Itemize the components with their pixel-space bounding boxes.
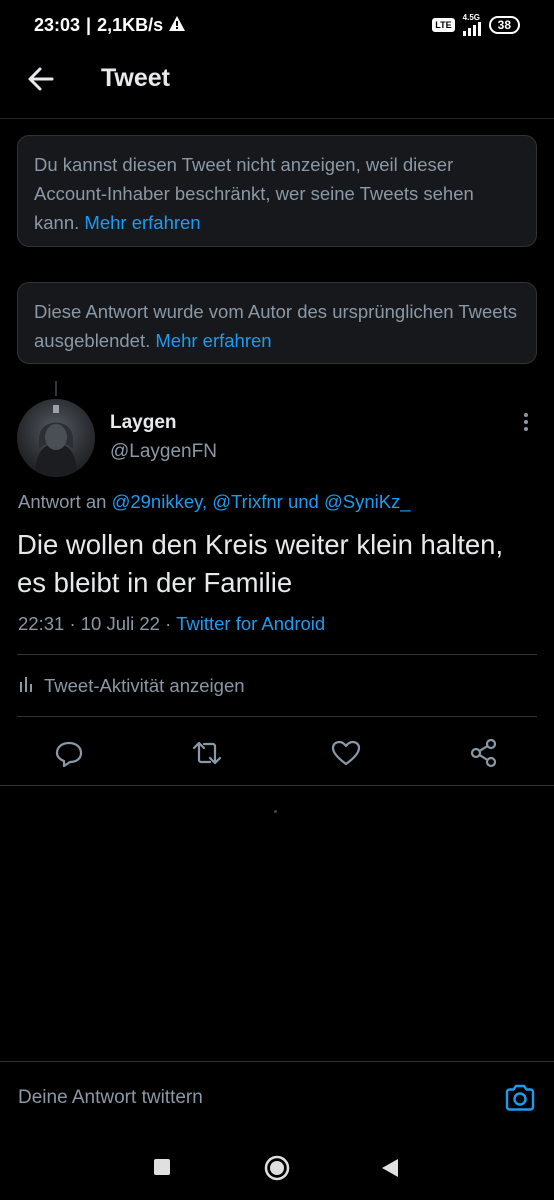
divider — [17, 654, 537, 655]
tweet-text: Die wollen den Kreis weiter klein halten… — [17, 529, 504, 598]
mention-link[interactable]: @SyniKz_ — [324, 491, 411, 512]
home-circle-icon[interactable] — [264, 1155, 290, 1181]
back-arrow-icon[interactable] — [26, 64, 56, 94]
reply-icon[interactable] — [52, 736, 86, 770]
thread-line — [55, 381, 57, 396]
page-title: Tweet — [101, 64, 170, 92]
reply-compose-input[interactable]: Deine Antwort twittern — [18, 1087, 203, 1109]
battery-icon: 38 — [488, 16, 520, 34]
tweet-date: 10 Juli 22 — [80, 613, 160, 634]
tweet-activity-label: Tweet-Aktivität anzeigen — [44, 674, 245, 696]
mention-link[interactable]: @29nikkey, — [112, 491, 208, 512]
author-name[interactable]: Laygen — [110, 412, 177, 434]
avatar[interactable] — [17, 399, 95, 477]
hidden-reply-notice: Diese Antwort wurde vom Autor des ursprü… — [17, 282, 537, 364]
warning-icon — [169, 15, 186, 36]
notice-text: Diese Antwort wurde vom Autor des ursprü… — [34, 301, 517, 351]
tweet-meta: 22:31 · 10 Juli 22 · Twitter for Android — [18, 613, 326, 634]
mention-and[interactable]: und — [288, 491, 319, 512]
status-speed: 2,1KB/s — [97, 14, 164, 35]
tweet-activity-link[interactable]: Tweet-Aktivität anzeigen — [18, 674, 245, 697]
tweet-actions — [0, 730, 554, 774]
status-time: 23:03 — [34, 14, 81, 35]
signal-icon: 4.5G — [462, 14, 481, 36]
more-options-icon[interactable] — [516, 410, 536, 434]
divider — [0, 785, 554, 786]
learn-more-link[interactable]: Mehr erfahren — [84, 212, 200, 233]
like-heart-icon[interactable] — [329, 736, 363, 770]
app-header: Tweet — [0, 52, 554, 108]
bar-chart-icon — [18, 674, 34, 697]
share-icon[interactable] — [467, 736, 501, 770]
retweet-icon[interactable] — [190, 736, 224, 770]
learn-more-link[interactable]: Mehr erfahren — [155, 330, 271, 351]
compose-divider — [0, 1061, 554, 1062]
divider — [17, 716, 537, 717]
restricted-tweet-notice: Du kannst diesen Tweet nicht anzeigen, w… — [17, 135, 537, 247]
system-nav-bar — [0, 1135, 554, 1200]
tweet-time: 22:31 — [18, 613, 65, 634]
mention-link[interactable]: @Trixfnr — [212, 491, 283, 512]
reply-to-line: Antwort an @29nikkey, @Trixfnr und @Syni… — [18, 491, 411, 512]
tweet-source-link[interactable]: Twitter for Android — [176, 613, 325, 634]
status-bar: 23:03 | 2,1KB/s LTE 4.5G 38 — [0, 0, 554, 50]
volte-icon: LTE — [432, 18, 455, 32]
recents-square-icon[interactable] — [154, 1159, 170, 1175]
header-divider — [0, 118, 554, 119]
loading-dot — [274, 810, 277, 813]
camera-icon[interactable] — [503, 1081, 537, 1115]
author-handle: @LaygenFN — [110, 441, 217, 462]
back-triangle-icon[interactable] — [381, 1158, 399, 1178]
